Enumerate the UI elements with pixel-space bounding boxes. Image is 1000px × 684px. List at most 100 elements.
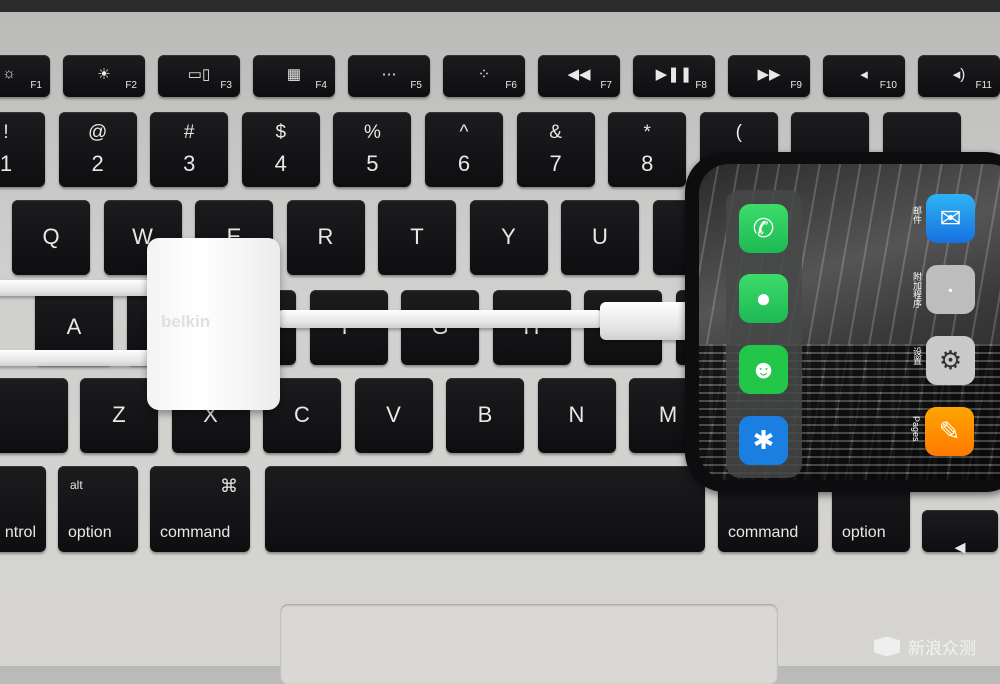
app-label: Pages — [911, 416, 921, 442]
key-label: 3 — [183, 151, 196, 176]
key-label: option — [842, 524, 886, 541]
key-number-3[interactable]: $4 — [241, 112, 320, 187]
dingtalk-icon[interactable]: ✱ — [739, 416, 788, 465]
key-label: ◂ — [954, 534, 966, 559]
key-number-0[interactable]: ! 1 — [0, 112, 45, 187]
usb-c-cable-left-top — [0, 280, 155, 296]
key-t[interactable]: T — [378, 200, 456, 275]
key-number-4[interactable]: % 5 — [333, 112, 412, 187]
key-label: # — [183, 122, 195, 143]
key-label: 5 — [366, 151, 379, 176]
watermark-text: 新浪众测 — [908, 639, 976, 658]
wechat-icon[interactable]: ☻ — [739, 345, 788, 394]
key-label: F10 — [879, 80, 897, 91]
key-label: F1 — [30, 80, 42, 91]
key-q[interactable]: Q — [12, 200, 90, 275]
key-number-7[interactable]: * 8 — [608, 112, 687, 187]
key-f8[interactable]: ▶❚❚ F8 — [633, 55, 715, 97]
key-y[interactable]: Y — [469, 200, 548, 275]
key-label: 6 — [457, 151, 471, 176]
key-caps[interactable] — [0, 378, 68, 453]
key-label: F9 — [790, 80, 802, 91]
key-label: F3 — [220, 80, 232, 91]
app-label: 邮件 — [912, 206, 922, 224]
key-r[interactable]: R — [286, 200, 365, 275]
screen-hinge — [0, 0, 1000, 12]
key-label: ! — [3, 122, 9, 143]
iphone: ✆ ● ☻ ✱ ✉ 邮件 ▪ 附加程序 ⚙ 设置 ✎ Pages — [685, 152, 1000, 492]
key-f3[interactable]: ▭▯ F3 — [158, 55, 240, 97]
app-label: 设置 — [912, 347, 922, 365]
key-u[interactable]: U — [561, 200, 639, 275]
key-option-left[interactable]: alt option — [58, 466, 138, 552]
usb-c-cable-left-bottom — [0, 350, 155, 366]
lightning-cable — [275, 310, 605, 328]
key-number-5[interactable]: ^ 6 — [425, 112, 503, 187]
key-space[interactable] — [265, 466, 705, 552]
key-f1[interactable]: ☼ F1 — [0, 55, 50, 97]
key-label: 7 — [549, 151, 562, 176]
key-label: & — [549, 122, 562, 143]
lightning-connector — [600, 302, 690, 340]
key-label: Y — [501, 224, 516, 249]
key-control[interactable]: ntrol — [0, 466, 46, 552]
key-label: * — [643, 122, 651, 143]
key-b[interactable]: B — [446, 378, 524, 453]
dock: ✆ ● ☻ ✱ — [726, 190, 802, 478]
sina-logo-icon — [874, 636, 900, 657]
key-f10[interactable]: ◂ F10 — [823, 55, 905, 97]
trackpad[interactable] — [280, 604, 778, 684]
key-label: F2 — [125, 80, 137, 91]
settings-icon[interactable]: ⚙ — [926, 336, 975, 385]
key-label: ^ — [459, 122, 469, 143]
key-label: 8 — [641, 151, 654, 176]
key-label: $ — [275, 122, 287, 143]
key-f11[interactable]: ◂) F11 — [918, 55, 1000, 97]
key-label: 4 — [274, 151, 287, 176]
key-f6[interactable]: ⁘ F6 — [443, 55, 525, 97]
key-arrow-left[interactable]: ◂ — [922, 510, 998, 559]
key-label: % — [363, 122, 381, 143]
key-label: command — [160, 524, 231, 541]
key-label: F5 — [410, 80, 422, 91]
pages-icon[interactable]: ✎ — [925, 407, 974, 456]
key-label: V — [386, 402, 401, 427]
key-label: option — [68, 524, 112, 541]
folder-icon[interactable]: ▪ — [926, 265, 975, 314]
key-label: F8 — [695, 80, 707, 91]
key-f2[interactable]: ☀ F2 — [63, 55, 145, 97]
key-label: B — [477, 402, 493, 427]
key-f7[interactable]: ◀◀ F7 — [538, 55, 620, 97]
key-label: alt — [70, 478, 83, 492]
phone-icon[interactable]: ✆ — [739, 204, 788, 253]
key-label: ntrol — [4, 524, 36, 541]
key-f4[interactable]: ▦ F4 — [253, 55, 335, 97]
key-label: F6 — [505, 80, 517, 91]
mail-icon[interactable]: ✉ — [926, 194, 975, 243]
adapter-brand: belkin — [161, 312, 211, 331]
key-v[interactable]: V — [354, 378, 433, 453]
key-label: Z — [112, 402, 126, 427]
belkin-adapter: belkin — [147, 238, 280, 410]
watermark: 新浪众测 — [874, 634, 976, 659]
key-number-1[interactable]: @2 — [58, 112, 137, 187]
phone-screen: ✆ ● ☻ ✱ ✉ 邮件 ▪ 附加程序 ⚙ 设置 ✎ Pages — [699, 164, 1000, 480]
key-label: @ — [87, 122, 108, 143]
key-number-2[interactable]: #3 — [150, 112, 229, 187]
key-label: 1 — [0, 151, 13, 176]
key-label: R — [317, 224, 334, 249]
key-label: ⌘ — [220, 476, 238, 496]
key-f5[interactable]: ⋯ F5 — [348, 55, 430, 97]
key-label: U — [592, 224, 608, 249]
key-label: F7 — [600, 80, 612, 91]
key-label: Q — [42, 224, 60, 249]
key-label: T — [410, 224, 424, 249]
key-number-6[interactable]: & 7 — [516, 112, 595, 187]
key-label: N — [568, 402, 585, 427]
key-n[interactable]: N — [537, 378, 616, 453]
key-command-left[interactable]: ⌘ command — [150, 466, 250, 552]
key-label: command — [728, 524, 799, 541]
messages-icon[interactable]: ● — [739, 274, 788, 323]
key-label: F11 — [975, 80, 993, 91]
key-f9[interactable]: ▶▶ F9 — [728, 55, 810, 97]
